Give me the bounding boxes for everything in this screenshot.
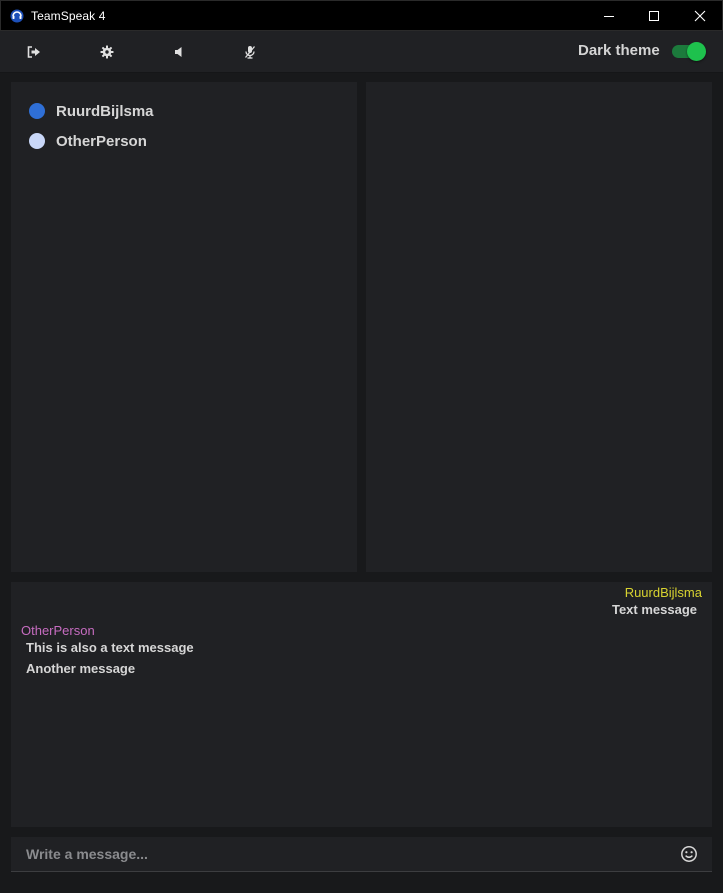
toggle-thumb (687, 42, 706, 61)
chat-message: Another message (26, 661, 136, 676)
user-status-icon (29, 133, 45, 149)
user-list-panel: RuurdBijlsma OtherPerson (11, 82, 357, 572)
speaker-button[interactable] (167, 40, 191, 64)
smiley-icon[interactable] (680, 845, 698, 863)
speaker-icon (175, 47, 182, 57)
mic-muted-icon (244, 46, 256, 59)
close-button[interactable] (677, 1, 723, 31)
maximize-icon (649, 11, 659, 21)
window-titlebar: TeamSpeak 4 (0, 0, 723, 31)
leave-icon (27, 46, 40, 58)
user-name: RuurdBijlsma (56, 102, 154, 120)
settings-button[interactable] (95, 40, 119, 64)
maximize-button[interactable] (631, 1, 677, 31)
settings-gear-icon (100, 45, 114, 59)
minimize-icon (604, 16, 614, 17)
teamspeak-logo-icon (10, 9, 24, 23)
theme-label: Dark theme (578, 42, 660, 59)
user-name: OtherPerson (56, 132, 147, 150)
minimize-button[interactable] (586, 1, 632, 31)
user-status-icon (29, 103, 45, 119)
message-composer (11, 837, 712, 872)
window-title: TeamSpeak 4 (31, 9, 106, 23)
microphone-button[interactable] (238, 40, 262, 64)
side-panel (366, 82, 712, 572)
chat-message: Text message (611, 602, 697, 617)
user-list-item[interactable]: RuurdBijlsma (29, 100, 154, 122)
user-list-item[interactable]: OtherPerson (29, 130, 147, 152)
toolbar: Dark theme (0, 31, 723, 73)
dark-theme-toggle[interactable] (672, 42, 706, 61)
disconnect-button[interactable] (22, 40, 46, 64)
close-icon (694, 10, 706, 22)
chat-panel: RuurdBijlsma Text message OtherPerson Th… (11, 582, 712, 827)
chat-sender-name: OtherPerson (21, 623, 95, 638)
chat-message: This is also a text message (26, 640, 194, 655)
chat-sender-name: RuurdBijlsma (624, 585, 702, 600)
message-input[interactable] (11, 837, 671, 871)
